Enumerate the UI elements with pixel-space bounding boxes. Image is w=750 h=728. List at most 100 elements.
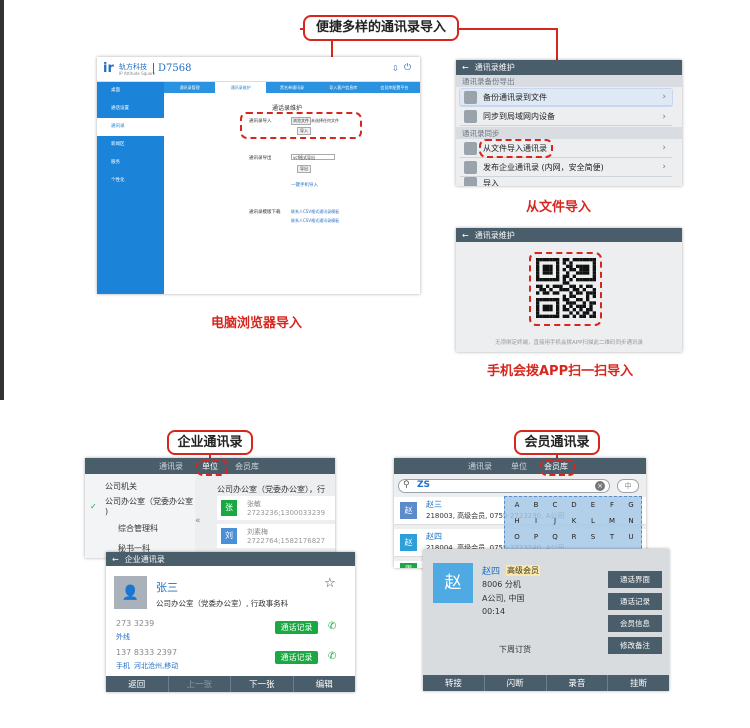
qr-module xyxy=(562,308,566,312)
key-button[interactable]: H xyxy=(511,517,523,525)
settings-icon[interactable]: ⇩ xyxy=(392,64,399,73)
key-button[interactable]: D xyxy=(568,501,580,509)
file-import-title: 通讯录维护 xyxy=(474,63,515,72)
transfer-button[interactable]: 转接 xyxy=(423,675,485,691)
side-menu-item[interactable]: 会员信息 xyxy=(608,615,662,632)
qr-module xyxy=(572,274,576,278)
prev-button[interactable]: 上一张 xyxy=(169,676,231,692)
key-button[interactable]: O xyxy=(511,533,523,541)
browser-tab[interactable]: 通讯录维护 xyxy=(215,82,267,93)
power-icon[interactable]: ⏻ xyxy=(404,63,411,73)
key-button[interactable]: P xyxy=(530,533,542,541)
key-button[interactable]: C xyxy=(549,501,561,509)
key-button[interactable]: A xyxy=(511,501,523,509)
next-button[interactable]: 下一张 xyxy=(231,676,294,692)
publish-enterprise-label: 发布企业通讯录 (内网，安全简便) xyxy=(483,162,604,172)
tab-member[interactable]: 会员库 xyxy=(235,461,259,472)
browser-tab[interactable]: 通讯录管理 xyxy=(164,82,215,93)
qr-module xyxy=(542,268,546,272)
tree-item[interactable]: 公司机关 xyxy=(105,481,137,492)
back-arrow-icon[interactable]: ← xyxy=(112,555,119,564)
key-button[interactable]: Q xyxy=(549,533,561,541)
hangup-button[interactable]: 挂断 xyxy=(608,675,669,691)
back-arrow-icon[interactable]: ← xyxy=(462,63,469,72)
backup-to-file-item[interactable]: 备份通讯录到文件 › xyxy=(460,89,672,106)
sidebar-item[interactable]: 通讯录 xyxy=(97,118,164,136)
qr-module xyxy=(559,284,563,288)
record-button[interactable]: 录音 xyxy=(547,675,609,691)
ime-toggle-button[interactable]: 中 xyxy=(617,479,639,493)
browser-tab[interactable]: 会员库配置平台 xyxy=(369,82,420,93)
back-button[interactable]: 返回 xyxy=(106,676,169,692)
contact-row[interactable]: 张 张敏 2723236;1300033239 xyxy=(217,496,335,520)
key-button[interactable]: F xyxy=(606,501,618,509)
search-bar[interactable]: ⚲ ZS × xyxy=(398,479,610,493)
export-select[interactable]: vcf格式导出 xyxy=(291,154,335,160)
back-arrow-icon[interactable]: ← xyxy=(462,231,469,240)
tab-unit[interactable]: 单位 xyxy=(511,461,527,472)
sidebar-item[interactable]: 个性化 xyxy=(97,172,164,190)
side-menu: 通话界面通话记录会员信息修改备注 xyxy=(608,571,662,659)
key-button[interactable]: S xyxy=(587,533,599,541)
sidebar-item[interactable]: 通话设置 xyxy=(97,100,164,118)
browser-tab[interactable]: 导入客户信息库 xyxy=(318,82,369,93)
caller-avatar: 赵 xyxy=(433,563,473,603)
browser-tab[interactable]: 黑名单通讯录 xyxy=(266,82,317,93)
file-import-screen: ← 通讯录维护 通讯录备份导出 备份通讯录到文件 › 同步到局域网内设备 › 通讯录同… xyxy=(456,60,682,186)
key-button[interactable]: R xyxy=(568,533,580,541)
qr-hint: 无须绑定终端，直接用手机会拨APP扫描此二维码同步通讯录 xyxy=(495,340,643,346)
template-link-2[interactable]: 联系人CSV格式通讯录模板 xyxy=(291,218,339,224)
template-link-1[interactable]: 联系人CSV格式通讯录模板 xyxy=(291,209,339,215)
import-item[interactable]: 导入 xyxy=(460,177,672,186)
qr-module xyxy=(592,271,596,275)
import-button[interactable]: 导入 xyxy=(297,127,311,135)
key-button[interactable]: M xyxy=(606,517,618,525)
call-log-button[interactable]: 通话记录 xyxy=(275,651,318,664)
side-menu-item[interactable]: 修改备注 xyxy=(608,637,662,654)
export-button[interactable]: 导出 xyxy=(297,165,311,173)
qr-import-link[interactable]: 一键手机导入 xyxy=(291,182,318,188)
key-button[interactable]: E xyxy=(587,501,599,509)
key-button[interactable]: N xyxy=(625,517,637,525)
call-log-button[interactable]: 通话记录 xyxy=(275,621,318,634)
key-button[interactable]: I xyxy=(530,517,542,525)
key-button[interactable]: J xyxy=(549,517,561,525)
qr-module xyxy=(552,284,556,288)
browser-sidebar: 桌面 通话设置 通讯录 新闻区 服务 个性化 xyxy=(97,82,164,294)
search-input[interactable]: ZS xyxy=(417,480,430,490)
sidebar-item[interactable]: 服务 xyxy=(97,154,164,172)
key-button[interactable]: G xyxy=(625,501,637,509)
key-button[interactable]: K xyxy=(568,517,580,525)
qr-module xyxy=(569,311,573,315)
sidebar-item[interactable]: 桌面 xyxy=(97,82,164,100)
phone-icon[interactable]: ✆ xyxy=(328,621,336,632)
clear-icon[interactable]: × xyxy=(595,481,605,491)
choose-file-button[interactable]: 浏览文件 xyxy=(291,117,311,125)
phone-icon[interactable]: ✆ xyxy=(328,651,336,662)
edit-button[interactable]: 编辑 xyxy=(294,676,356,692)
tab-contacts[interactable]: 通讯录 xyxy=(159,461,183,472)
key-button[interactable]: U xyxy=(625,533,637,541)
side-menu-item[interactable]: 通话界面 xyxy=(608,571,662,588)
publish-enterprise-item[interactable]: 发布企业通讯录 (内网，安全简便) › xyxy=(460,158,672,177)
person-icon: 👤 xyxy=(121,584,140,601)
flash-button[interactable]: 闪断 xyxy=(485,675,547,691)
star-icon[interactable]: ☆ xyxy=(324,576,336,591)
contact-row[interactable]: 刘 刘素梅 2722764;1582176827 xyxy=(217,524,335,548)
sync-lan-item[interactable]: 同步到局域网内设备 › xyxy=(460,108,672,126)
qr-module xyxy=(572,314,576,318)
qr-module xyxy=(546,314,550,318)
qr-module xyxy=(569,278,573,282)
qr-module xyxy=(592,291,596,295)
tab-contacts[interactable]: 通讯录 xyxy=(468,461,492,472)
key-button[interactable]: L xyxy=(587,517,599,525)
key-button[interactable]: T xyxy=(606,533,618,541)
tree-item[interactable]: 公司办公室（党委办公室 xyxy=(105,496,193,507)
tree-item[interactable]: 综合管理科 xyxy=(118,523,158,534)
side-menu-item[interactable]: 通话记录 xyxy=(608,593,662,610)
qr-module xyxy=(556,264,560,268)
key-button[interactable]: B xyxy=(530,501,542,509)
collapse-icon[interactable]: « xyxy=(195,516,201,526)
sidebar-item[interactable]: 新闻区 xyxy=(97,136,164,154)
qr-titlebar: ← 通讯录维护 xyxy=(456,228,682,242)
